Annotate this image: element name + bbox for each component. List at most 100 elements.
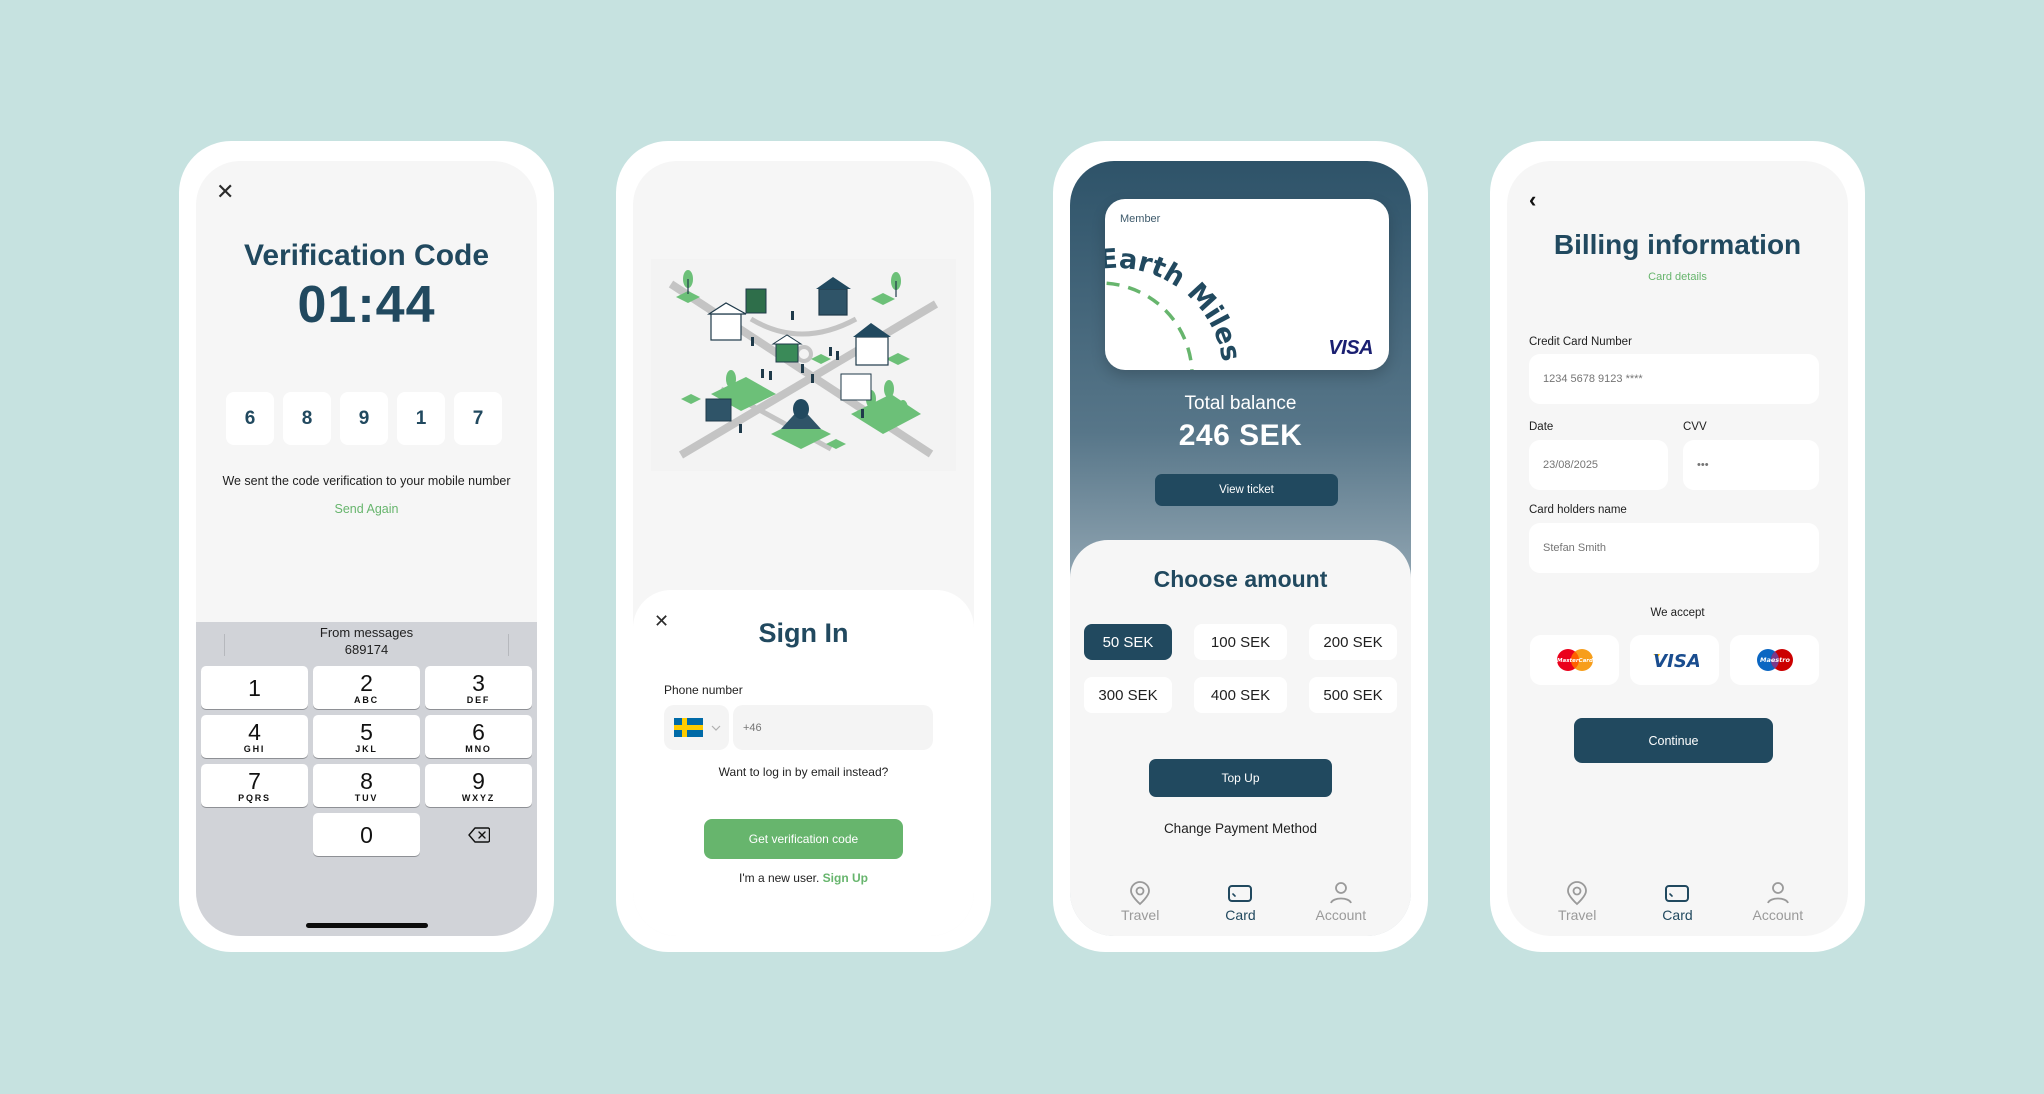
code-digit[interactable]: 8 — [283, 392, 331, 445]
suggestion-label: From messages — [319, 625, 414, 640]
amount-option[interactable]: 100 SEK — [1194, 624, 1287, 660]
we-accept-label: We accept — [1650, 607, 1705, 619]
key-letters: MNO — [465, 743, 492, 754]
phone-number-input[interactable] — [733, 705, 933, 750]
key-number: 3 — [472, 669, 485, 696]
svg-text:VISA: VISA — [1653, 651, 1699, 670]
member-card[interactable]: Member Earth Miles. VISA — [1105, 199, 1389, 370]
key-number: 9 — [472, 767, 485, 794]
tab-label: Card — [1225, 907, 1256, 923]
user-icon — [1766, 882, 1789, 904]
suggestion-divider — [508, 634, 509, 656]
card-number-label: Credit Card Number — [1529, 336, 1632, 348]
continue-button[interactable]: Continue — [1574, 718, 1773, 763]
visa-logo-icon: VISA — [1652, 651, 1699, 670]
chevron-down-icon — [711, 725, 721, 731]
tab-label: Account — [1752, 907, 1804, 923]
date-input[interactable] — [1529, 440, 1668, 490]
key-9[interactable]: 9 WXYZ — [425, 764, 532, 807]
key-number: 2 — [360, 669, 373, 696]
isometric-city-illustration — [651, 259, 956, 471]
tab-account[interactable]: Account — [1738, 880, 1818, 928]
top-up-button[interactable]: Top Up — [1149, 759, 1332, 797]
cvv-input[interactable] — [1683, 440, 1819, 490]
svg-text:MasterCard: MasterCard — [1557, 658, 1593, 664]
visa-option[interactable]: VISA — [1630, 635, 1719, 685]
tab-account[interactable]: Account — [1301, 880, 1381, 928]
cvv-label: CVV — [1683, 421, 1707, 433]
tab-card[interactable]: Card — [1200, 880, 1280, 928]
tab-label: Account — [1315, 907, 1367, 923]
sign-up-link[interactable]: Sign Up — [823, 871, 868, 885]
change-payment-link[interactable]: Change Payment Method — [1070, 821, 1411, 836]
mastercard-logo-icon: MasterCard — [1556, 649, 1593, 671]
maestro-option[interactable]: Maestro — [1730, 635, 1819, 685]
tab-travel[interactable]: Travel — [1100, 880, 1180, 928]
key-4[interactable]: 4 GHI — [201, 715, 308, 758]
tab-label: Travel — [1120, 907, 1160, 923]
code-digit[interactable]: 6 — [226, 392, 274, 445]
page-subtitle: Card details — [1648, 271, 1707, 283]
sweden-flag-icon — [674, 718, 703, 737]
page-title: Billing information — [1553, 229, 1802, 260]
key-1[interactable]: 1 — [201, 666, 308, 709]
signin-screen: ✕ Sign In Phone number Want to log in by… — [633, 161, 974, 936]
mastercard-option[interactable]: MasterCard — [1530, 635, 1619, 685]
code-input-group: 6 8 9 1 7 — [226, 392, 502, 445]
page-title: Sign In — [758, 618, 849, 648]
accepted-cards: MasterCard VISA Maestro — [1530, 635, 1819, 685]
email-login-link[interactable]: Want to log in by email instead? — [633, 765, 974, 779]
svg-text:Maestro: Maestro — [1760, 656, 1790, 664]
card-icon — [1228, 885, 1253, 902]
amount-sheet: Choose amount 50 SEK 100 SEK 200 SEK 300… — [1070, 540, 1411, 936]
view-ticket-button[interactable]: View ticket — [1155, 474, 1338, 506]
code-digit[interactable]: 1 — [397, 392, 445, 445]
amount-option[interactable]: 500 SEK — [1309, 677, 1397, 713]
card-icon — [1665, 885, 1690, 902]
get-verification-code-button[interactable]: Get verification code — [704, 819, 903, 859]
amount-option[interactable]: 300 SEK — [1084, 677, 1172, 713]
amount-option-selected[interactable]: 50 SEK — [1084, 624, 1172, 660]
amount-option[interactable]: 400 SEK — [1194, 677, 1287, 713]
key-5[interactable]: 5 JKL — [313, 715, 420, 758]
key-letters: WXYZ — [461, 792, 496, 803]
key-7[interactable]: 7 PQRS — [201, 764, 308, 807]
close-icon[interactable]: ✕ — [216, 181, 234, 203]
phone-verification: ✕ Verification Code 01:44 6 8 9 1 7 We s… — [179, 141, 554, 952]
chevron-left-icon[interactable]: ‹ — [1529, 189, 1536, 211]
key-number: 1 — [248, 674, 261, 701]
key-3[interactable]: 3 DEF — [425, 666, 532, 709]
card-screen: Member Earth Miles. VISA Total balance 2… — [1070, 161, 1411, 936]
code-digit[interactable]: 9 — [340, 392, 388, 445]
key-number: 7 — [248, 767, 261, 794]
country-code-select[interactable] — [664, 705, 729, 750]
tab-card[interactable]: Card — [1637, 880, 1717, 928]
info-text: We sent the code verification to your mo… — [222, 474, 511, 488]
amount-options: 50 SEK 100 SEK 200 SEK 300 SEK 400 SEK 5… — [1084, 624, 1408, 713]
key-8[interactable]: 8 TUV — [313, 764, 420, 807]
phone-signin: ✕ Sign In Phone number Want to log in by… — [616, 141, 991, 952]
keypad: 1 2 ABC 3 DEF 4 GHI 5 JKL 6 MNO 7 PQRS 8 TUV 9W… — [201, 666, 532, 856]
key-letters: ABC — [354, 694, 379, 705]
code-digit[interactable]: 7 — [454, 392, 502, 445]
key-6[interactable]: 6 MNO — [425, 715, 532, 758]
autofill-suggestion[interactable]: From messages 689174 — [196, 624, 537, 658]
key-number: 6 — [472, 718, 485, 745]
delete-key[interactable] — [425, 813, 532, 856]
suggestion-code: 689174 — [344, 642, 389, 657]
holder-name-input[interactable] — [1529, 523, 1819, 573]
send-again-link[interactable]: Send Again — [196, 502, 537, 516]
card-number-input[interactable] — [1529, 354, 1819, 404]
key-letters: GHI — [243, 743, 266, 754]
phone-card: Member Earth Miles. VISA Total balance 2… — [1053, 141, 1428, 952]
svg-text:Earth Miles.: Earth Miles. — [1105, 199, 1246, 364]
tab-travel[interactable]: Travel — [1537, 880, 1617, 928]
key-2[interactable]: 2 ABC — [313, 666, 420, 709]
holder-name-label: Card holders name — [1529, 504, 1627, 516]
page-title: Verification Code — [243, 239, 490, 272]
key-0[interactable]: 0 — [313, 813, 420, 856]
amount-option[interactable]: 200 SEK — [1309, 624, 1397, 660]
key-letters: JKL — [355, 743, 378, 754]
tab-label: Travel — [1557, 907, 1597, 923]
location-pin-icon — [1130, 881, 1151, 906]
